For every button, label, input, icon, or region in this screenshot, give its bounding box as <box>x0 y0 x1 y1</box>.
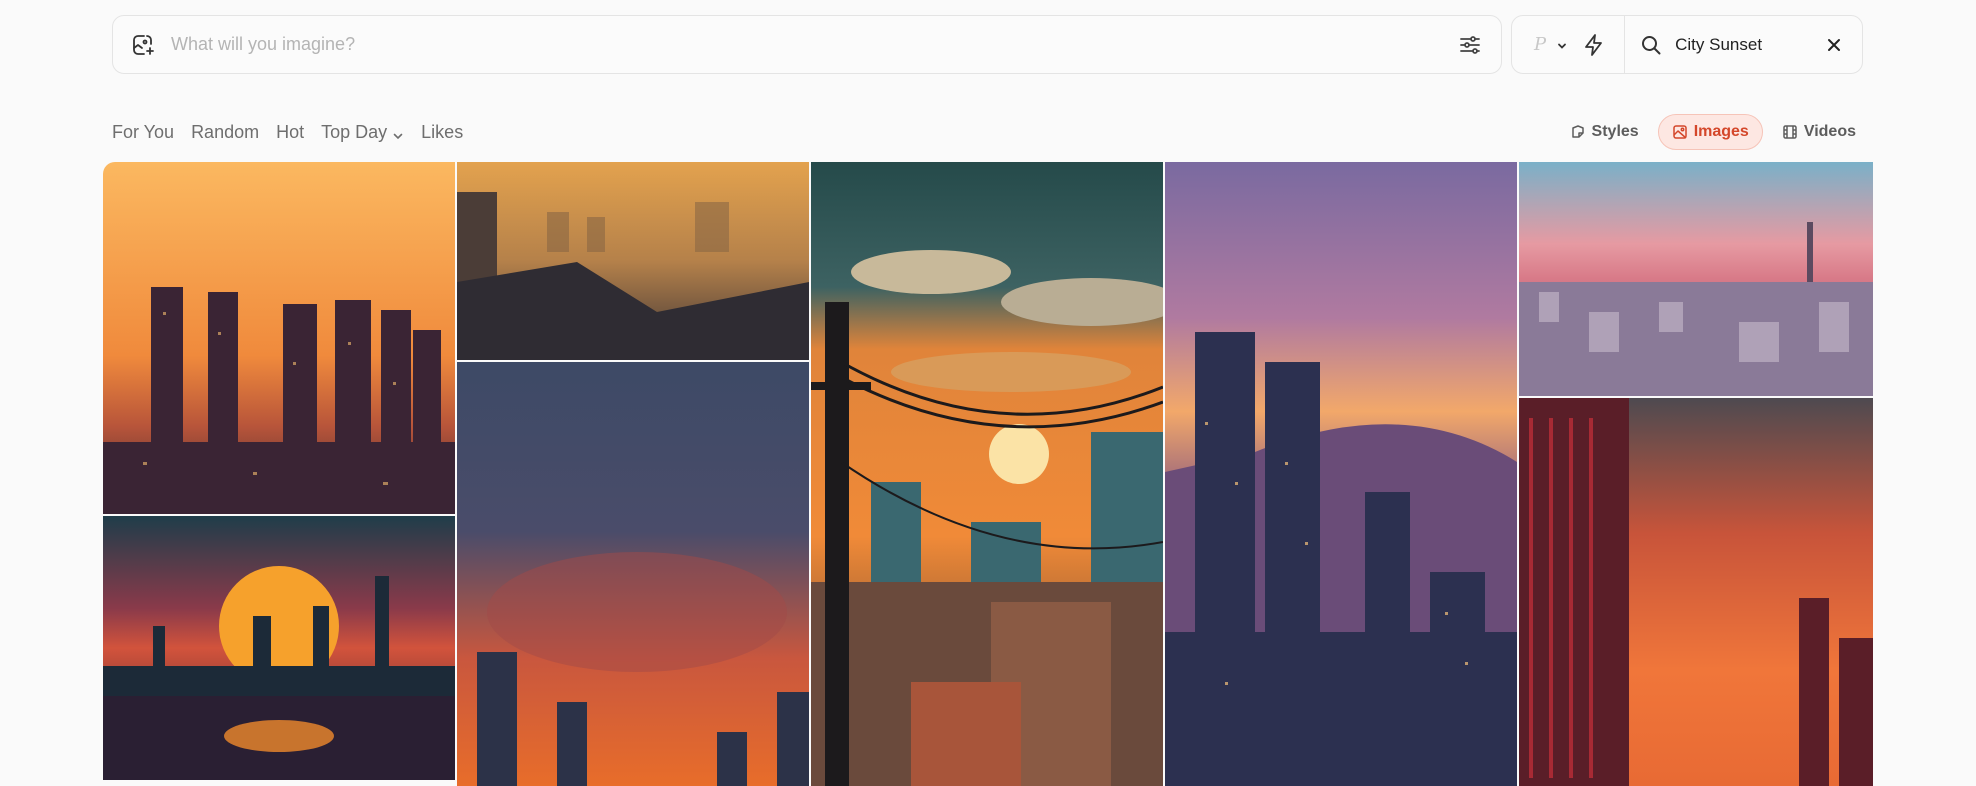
feed-tabs: For You Random Hot Top Day Likes <box>112 120 480 144</box>
divider <box>1624 15 1626 74</box>
tab-label: Likes <box>421 121 464 142</box>
tab-random[interactable]: Random <box>191 122 259 143</box>
search-icon <box>1639 33 1663 57</box>
filter-label: Styles <box>1591 123 1639 140</box>
tab-for-you[interactable]: For You <box>112 122 174 143</box>
gallery-image[interactable] <box>103 516 455 780</box>
gallery-image[interactable] <box>1519 162 1873 396</box>
close-icon[interactable] <box>1824 35 1844 55</box>
film-icon <box>1783 125 1797 139</box>
prompt-bar <box>112 15 1502 74</box>
search-input[interactable]: City Sunset <box>1675 35 1824 55</box>
tab-label: Top Day <box>321 121 388 142</box>
gallery-image[interactable] <box>1165 162 1517 786</box>
prompt-input[interactable] <box>171 16 1457 73</box>
content-type-filter: Styles Images Videos <box>1557 114 1869 150</box>
brush-icon <box>1571 125 1584 138</box>
tab-label: For You <box>112 121 175 142</box>
chevron-down-icon <box>1556 39 1568 51</box>
lightning-bolt-icon[interactable] <box>1582 33 1606 57</box>
gallery-image[interactable] <box>103 162 455 514</box>
tab-likes[interactable]: Likes <box>421 122 463 143</box>
filter-videos[interactable]: Videos <box>1769 114 1869 150</box>
tab-top-day[interactable]: Top Day <box>321 122 404 143</box>
filter-images[interactable]: Images <box>1657 114 1763 150</box>
add-image-icon[interactable] <box>131 33 155 57</box>
gallery-image[interactable] <box>457 162 809 360</box>
tab-hot[interactable]: Hot <box>276 122 304 143</box>
filter-styles[interactable]: Styles <box>1557 114 1652 150</box>
gallery-image[interactable] <box>811 162 1163 786</box>
tab-label: Random <box>191 121 260 142</box>
chevron-down-icon <box>392 126 404 140</box>
tab-label: Hot <box>276 121 305 142</box>
search-box: P City Sunset <box>1511 15 1863 74</box>
image-gallery <box>103 162 1873 786</box>
image-icon <box>1672 125 1687 139</box>
filter-label: Images <box>1693 123 1749 140</box>
model-label: P <box>1534 34 1547 55</box>
gallery-image[interactable] <box>457 362 809 786</box>
filter-label: Videos <box>1803 123 1856 140</box>
gallery-image[interactable] <box>1519 398 1873 786</box>
settings-sliders-icon[interactable] <box>1457 32 1483 58</box>
model-selector[interactable]: P <box>1534 34 1568 55</box>
